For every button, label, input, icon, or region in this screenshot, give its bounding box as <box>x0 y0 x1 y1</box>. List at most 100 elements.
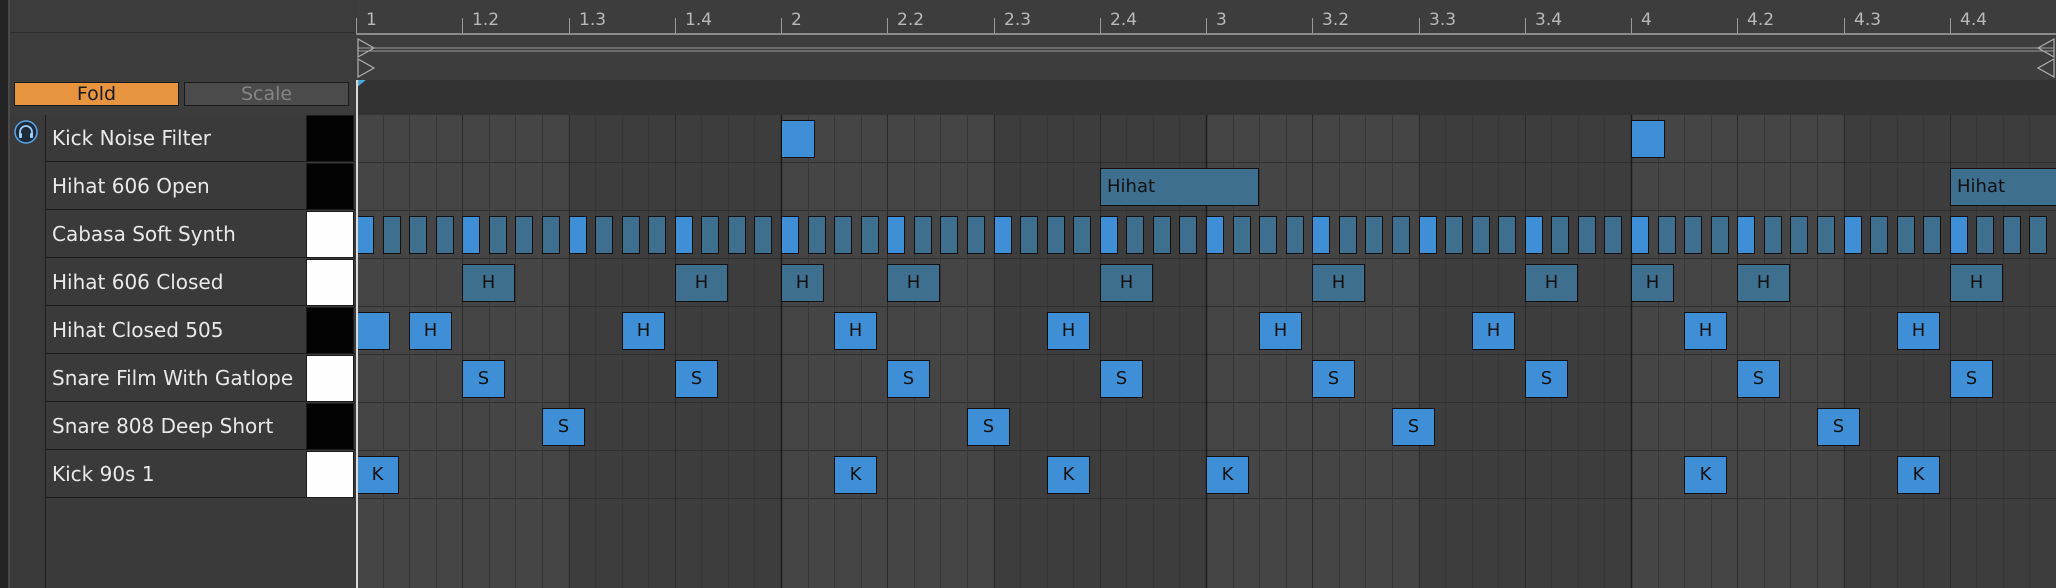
midi-note[interactable] <box>1445 216 1463 254</box>
midi-note[interactable] <box>781 120 815 158</box>
lane-key-black[interactable] <box>306 115 354 162</box>
midi-note[interactable] <box>1737 216 1755 254</box>
midi-note[interactable] <box>1047 216 1065 254</box>
midi-note[interactable] <box>436 216 454 254</box>
midi-note[interactable] <box>356 216 374 254</box>
midi-note[interactable] <box>462 216 480 254</box>
midi-note[interactable]: H <box>834 312 877 350</box>
midi-note[interactable] <box>1339 216 1357 254</box>
midi-note[interactable]: H <box>1100 264 1153 302</box>
midi-note[interactable]: H <box>1631 264 1674 302</box>
midi-note[interactable] <box>409 216 427 254</box>
midi-note[interactable] <box>1498 216 1516 254</box>
midi-note[interactable]: K <box>1897 456 1940 494</box>
scale-button[interactable]: Scale <box>184 82 349 106</box>
midi-note[interactable]: S <box>462 360 505 398</box>
midi-note[interactable] <box>1286 216 1304 254</box>
midi-note[interactable] <box>1764 216 1782 254</box>
midi-note[interactable] <box>515 216 533 254</box>
preview-headphones-icon[interactable] <box>14 120 38 144</box>
midi-note[interactable] <box>489 216 507 254</box>
midi-note[interactable] <box>1578 216 1596 254</box>
lane-key-black[interactable] <box>306 307 354 354</box>
midi-note[interactable] <box>1551 216 1569 254</box>
midi-note[interactable] <box>1817 216 1835 254</box>
midi-note[interactable] <box>1604 216 1622 254</box>
midi-note[interactable]: H <box>462 264 515 302</box>
lane-key-white[interactable] <box>306 211 354 258</box>
midi-note[interactable]: S <box>1817 408 1860 446</box>
midi-note[interactable]: K <box>1684 456 1727 494</box>
midi-note[interactable]: S <box>675 360 718 398</box>
midi-note[interactable]: S <box>1100 360 1143 398</box>
midi-note[interactable]: H <box>887 264 940 302</box>
midi-note[interactable] <box>1365 216 1383 254</box>
midi-note[interactable]: K <box>1206 456 1249 494</box>
midi-note[interactable] <box>940 216 958 254</box>
midi-note[interactable] <box>1631 120 1665 158</box>
midi-note[interactable] <box>728 216 746 254</box>
midi-note[interactable] <box>1153 216 1171 254</box>
midi-note[interactable]: H <box>781 264 824 302</box>
midi-note[interactable]: H <box>1950 264 2003 302</box>
midi-note[interactable]: H <box>1259 312 1302 350</box>
midi-note[interactable] <box>1525 216 1543 254</box>
midi-note[interactable] <box>1790 216 1808 254</box>
lane-key-black[interactable] <box>306 403 354 450</box>
midi-note[interactable]: S <box>1950 360 1993 398</box>
midi-note[interactable]: K <box>356 456 399 494</box>
midi-note[interactable]: H <box>1472 312 1515 350</box>
midi-note[interactable] <box>542 216 560 254</box>
midi-note[interactable] <box>356 312 390 350</box>
midi-note[interactable]: H <box>1047 312 1090 350</box>
midi-note[interactable] <box>781 216 799 254</box>
midi-note[interactable]: K <box>1047 456 1090 494</box>
midi-note[interactable] <box>569 216 587 254</box>
midi-note[interactable] <box>1073 216 1091 254</box>
midi-note[interactable]: S <box>887 360 930 398</box>
midi-note[interactable] <box>1126 216 1144 254</box>
midi-note[interactable] <box>1472 216 1490 254</box>
beat-ruler[interactable]: 1 1.2 1.3 1.4 2 2.2 2.3 2.4 3 3.2 3.3 3.4 4 4.2 4.3 4.4 <box>356 0 2056 115</box>
midi-note[interactable] <box>1206 216 1224 254</box>
midi-note[interactable]: Hihat <box>1950 168 2056 206</box>
lane-key-white[interactable] <box>306 259 354 306</box>
midi-note[interactable] <box>648 216 666 254</box>
loop-brace-row[interactable] <box>356 37 2056 80</box>
midi-note[interactable] <box>834 216 852 254</box>
midi-note[interactable] <box>1711 216 1729 254</box>
midi-note[interactable] <box>1844 216 1862 254</box>
midi-note[interactable]: H <box>409 312 452 350</box>
note-grid[interactable]: Hihat Hihat H H H H H H H H H H H H H H H H H H S S S S S S S S S S S S… <box>356 115 2056 588</box>
midi-note[interactable]: H <box>1684 312 1727 350</box>
midi-note[interactable] <box>1233 216 1251 254</box>
midi-note[interactable] <box>914 216 932 254</box>
lane-row[interactable]: Hihat Closed 505 <box>46 307 355 354</box>
midi-note[interactable]: H <box>1737 264 1790 302</box>
midi-note[interactable] <box>967 216 985 254</box>
midi-note[interactable]: S <box>1525 360 1568 398</box>
lane-row[interactable]: Hihat 606 Open <box>46 163 355 210</box>
midi-note[interactable] <box>622 216 640 254</box>
lane-row[interactable]: Snare 808 Deep Short <box>46 403 355 450</box>
midi-note[interactable] <box>1392 216 1410 254</box>
lane-key-black[interactable] <box>306 163 354 210</box>
midi-note[interactable] <box>1020 216 1038 254</box>
midi-note[interactable] <box>675 216 693 254</box>
midi-note[interactable]: K <box>834 456 877 494</box>
midi-note[interactable] <box>754 216 772 254</box>
midi-note[interactable] <box>1658 216 1676 254</box>
lane-row[interactable]: Kick 90s 1 <box>46 451 355 498</box>
midi-note[interactable] <box>1631 216 1649 254</box>
lane-row[interactable]: Cabasa Soft Synth <box>46 211 355 258</box>
midi-note[interactable] <box>1684 216 1702 254</box>
midi-note[interactable]: S <box>1312 360 1355 398</box>
midi-note[interactable] <box>1950 216 1968 254</box>
lane-row[interactable]: Kick Noise Filter <box>46 115 355 162</box>
lane-row[interactable]: Snare Film With Gatlope <box>46 355 355 402</box>
midi-note[interactable] <box>1100 216 1118 254</box>
midi-note[interactable]: H <box>622 312 665 350</box>
midi-note[interactable] <box>808 216 826 254</box>
lane-row[interactable]: Hihat 606 Closed <box>46 259 355 306</box>
midi-note[interactable] <box>383 216 401 254</box>
